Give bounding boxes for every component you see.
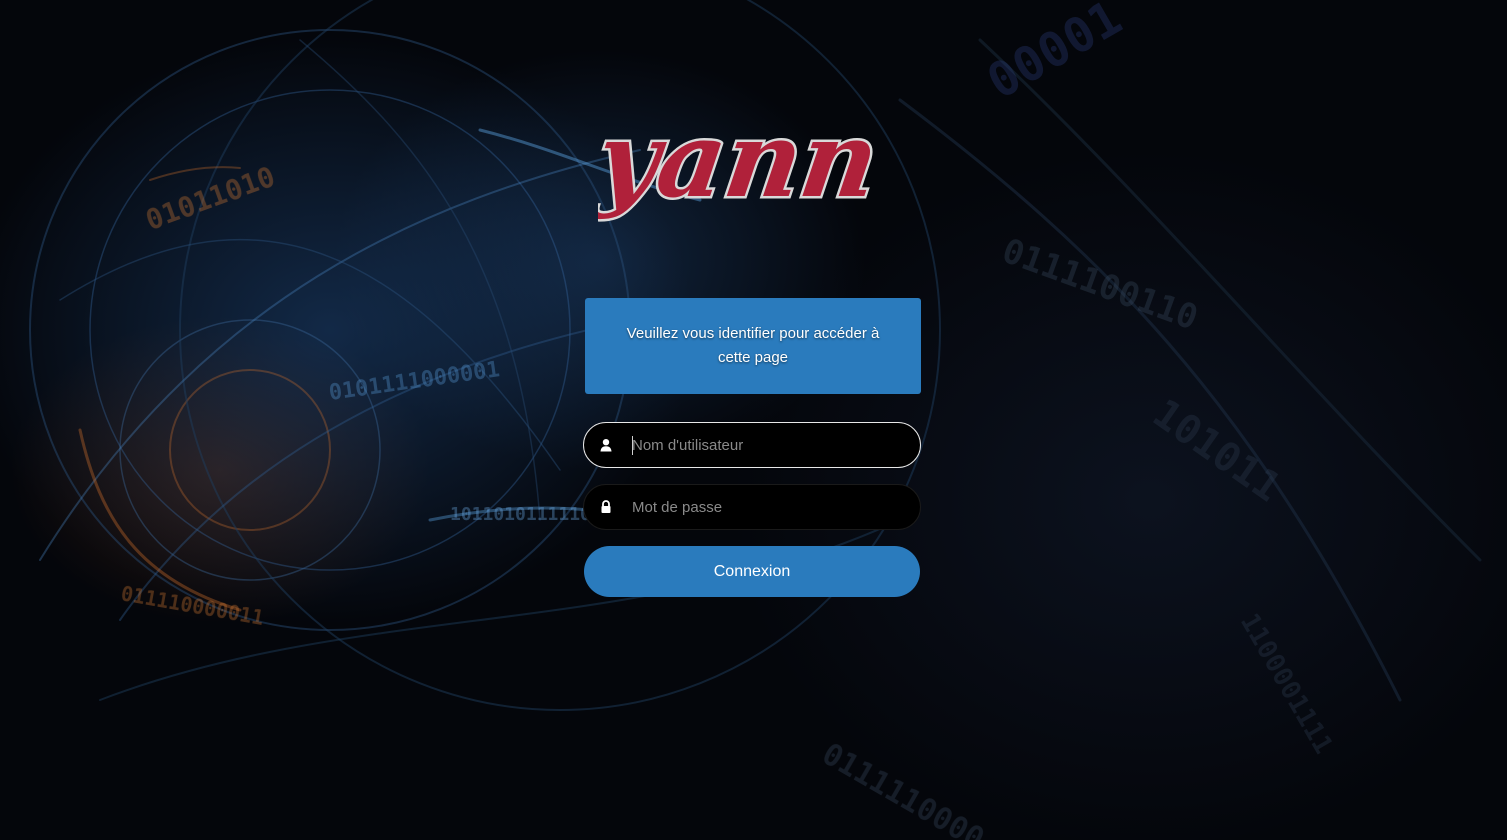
svg-text:0111100110: 0111100110 [997, 231, 1203, 339]
yann-logo: yann [585, 96, 908, 230]
svg-text:01011010: 01011010 [141, 159, 279, 236]
svg-text:0101111000001: 0101111000001 [327, 357, 501, 406]
svg-text:1011010111110: 1011010111110 [450, 504, 591, 525]
text-cursor [632, 436, 633, 455]
svg-text:101011: 101011 [1144, 391, 1289, 512]
password-input[interactable] [632, 485, 902, 529]
user-icon [600, 439, 612, 452]
username-field[interactable] [583, 422, 921, 468]
password-field[interactable] [583, 484, 921, 530]
lock-icon [601, 500, 611, 513]
login-page: 01011010 0101111000001 1011010111110 011… [0, 0, 1507, 840]
svg-text:0111110000: 0111110000 [816, 737, 990, 840]
login-message-box: Veuillez vous identifier pour accéder à … [585, 298, 921, 394]
username-input[interactable] [632, 423, 902, 467]
svg-text:1100001111: 1100001111 [1234, 609, 1338, 760]
svg-text:yann: yann [598, 104, 886, 221]
svg-text:011110000011: 011110000011 [119, 581, 265, 630]
svg-text:00001: 00001 [978, 0, 1131, 110]
login-message: Veuillez vous identifier pour accéder à … [626, 325, 880, 366]
login-button[interactable]: Connexion [584, 546, 920, 597]
